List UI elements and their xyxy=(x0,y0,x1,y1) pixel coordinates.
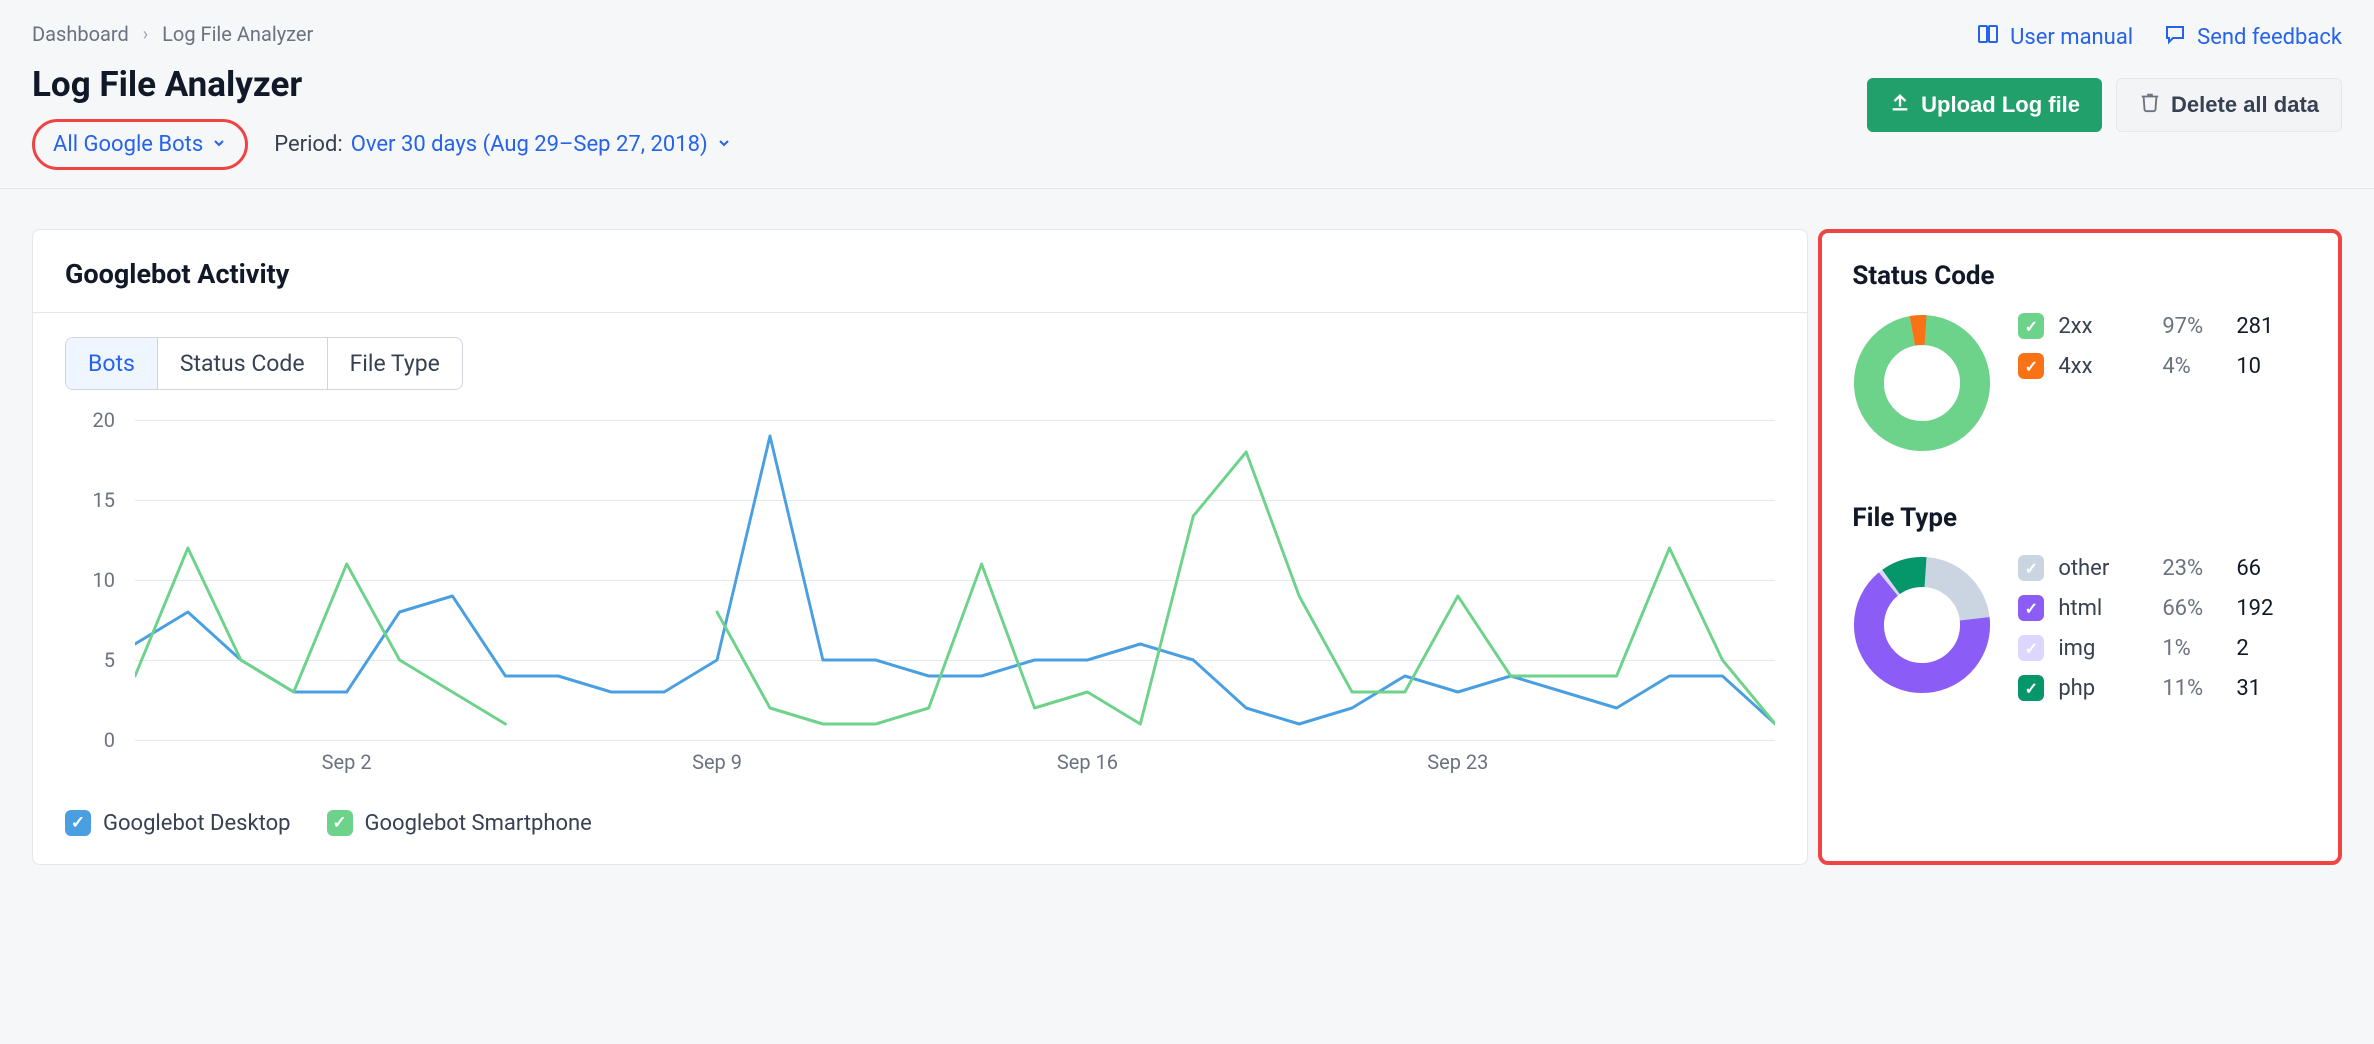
divider xyxy=(33,312,1807,313)
legend-percent: 1% xyxy=(2162,636,2222,661)
legend-percent: 97% xyxy=(2162,314,2222,339)
y-tick: 20 xyxy=(93,408,115,432)
period-value: Over 30 days (Aug 29–Sep 27, 2018) xyxy=(351,132,708,157)
period-filter[interactable]: Period: Over 30 days (Aug 29–Sep 27, 201… xyxy=(274,132,731,157)
chevron-down-icon xyxy=(716,135,732,155)
book-icon xyxy=(1976,22,2000,52)
trash-icon xyxy=(2139,91,2161,119)
x-tick: Sep 9 xyxy=(692,750,742,774)
user-manual-link[interactable]: User manual xyxy=(1976,22,2133,52)
upload-button-label: Upload Log file xyxy=(1921,92,2080,118)
checkbox-icon: ✓ xyxy=(2018,353,2044,379)
upload-log-file-button[interactable]: Upload Log file xyxy=(1867,78,2102,132)
upload-icon xyxy=(1889,91,1911,119)
delete-button-label: Delete all data xyxy=(2171,92,2319,118)
legend-percent: 66% xyxy=(2162,596,2222,621)
bots-filter-label: All Google Bots xyxy=(53,132,203,157)
checkbox-icon: ✓ xyxy=(327,810,353,836)
activity-tabs: Bots Status Code File Type xyxy=(65,337,463,390)
legend-label: Googlebot Smartphone xyxy=(365,811,592,836)
legend-label: Googlebot Desktop xyxy=(103,811,291,836)
legend-count: 2 xyxy=(2236,636,2248,661)
legend-percent: 23% xyxy=(2162,556,2222,581)
file-legend-row[interactable]: ✓ php 11% 31 xyxy=(2018,675,2308,701)
breadcrumb-current: Log File Analyzer xyxy=(162,22,313,46)
activity-legend: ✓ Googlebot Desktop ✓ Googlebot Smartpho… xyxy=(65,810,1775,836)
y-tick: 15 xyxy=(93,488,115,512)
status-legend-row[interactable]: ✓ 2xx 97% 281 xyxy=(2018,313,2308,339)
legend-name: img xyxy=(2058,636,2148,661)
legend-name: 2xx xyxy=(2058,314,2148,339)
checkbox-icon: ✓ xyxy=(2018,313,2044,339)
file-type-donut xyxy=(1852,555,1992,695)
y-tick: 10 xyxy=(93,568,115,592)
tab-file-type[interactable]: File Type xyxy=(328,338,462,389)
tab-bots[interactable]: Bots xyxy=(66,338,158,389)
status-code-section: Status Code ✓ 2xx 97% 281 ✓ 4xx 4% 10 xyxy=(1852,261,2308,453)
tab-status-code[interactable]: Status Code xyxy=(158,338,328,389)
legend-percent: 4% xyxy=(2162,354,2222,379)
comment-icon xyxy=(2163,22,2187,52)
activity-card: Googlebot Activity Bots Status Code File… xyxy=(32,229,1808,865)
user-manual-label: User manual xyxy=(2010,25,2133,50)
legend-name: php xyxy=(2058,676,2148,701)
legend-count: 10 xyxy=(2236,354,2261,379)
activity-chart: 05101520 Sep 2Sep 9Sep 16Sep 23 xyxy=(65,420,1775,780)
status-legend-row[interactable]: ✓ 4xx 4% 10 xyxy=(2018,353,2308,379)
legend-count: 192 xyxy=(2236,596,2273,621)
y-tick: 5 xyxy=(104,648,115,672)
breadcrumb-root[interactable]: Dashboard xyxy=(32,22,129,46)
file-legend-row[interactable]: ✓ other 23% 66 xyxy=(2018,555,2308,581)
file-legend-row[interactable]: ✓ img 1% 2 xyxy=(2018,635,2308,661)
send-feedback-link[interactable]: Send feedback xyxy=(2163,22,2342,52)
delete-all-data-button[interactable]: Delete all data xyxy=(2116,78,2342,132)
status-code-title: Status Code xyxy=(1852,261,2308,291)
status-code-donut xyxy=(1852,313,1992,453)
legend-item-desktop[interactable]: ✓ Googlebot Desktop xyxy=(65,810,291,836)
checkbox-icon: ✓ xyxy=(2018,555,2044,581)
y-tick: 0 xyxy=(104,728,115,752)
checkbox-icon: ✓ xyxy=(2018,595,2044,621)
x-tick: Sep 16 xyxy=(1057,750,1118,774)
checkbox-icon: ✓ xyxy=(2018,635,2044,661)
bots-filter-dropdown[interactable]: All Google Bots xyxy=(32,119,248,170)
legend-count: 31 xyxy=(2236,676,2261,701)
checkbox-icon: ✓ xyxy=(65,810,91,836)
file-type-section: File Type ✓other23%66✓html66%192✓img1%2✓… xyxy=(1852,503,2308,715)
legend-name: html xyxy=(2058,596,2148,621)
period-label: Period: xyxy=(274,132,343,157)
file-legend-row[interactable]: ✓ html 66% 192 xyxy=(2018,595,2308,621)
x-tick: Sep 2 xyxy=(322,750,372,774)
legend-name: 4xx xyxy=(2058,354,2148,379)
chevron-right-icon: › xyxy=(143,24,148,45)
chevron-down-icon xyxy=(211,132,227,157)
file-type-title: File Type xyxy=(1852,503,2308,533)
summary-panel: Status Code ✓ 2xx 97% 281 ✓ 4xx 4% 10 File Type… xyxy=(1818,229,2342,865)
legend-name: other xyxy=(2058,556,2148,581)
legend-count: 281 xyxy=(2236,314,2273,339)
legend-item-smartphone[interactable]: ✓ Googlebot Smartphone xyxy=(327,810,592,836)
send-feedback-label: Send feedback xyxy=(2197,25,2342,50)
legend-percent: 11% xyxy=(2162,676,2222,701)
legend-count: 66 xyxy=(2236,556,2261,581)
checkbox-icon: ✓ xyxy=(2018,675,2044,701)
activity-title: Googlebot Activity xyxy=(65,258,1775,290)
x-tick: Sep 23 xyxy=(1427,750,1488,774)
